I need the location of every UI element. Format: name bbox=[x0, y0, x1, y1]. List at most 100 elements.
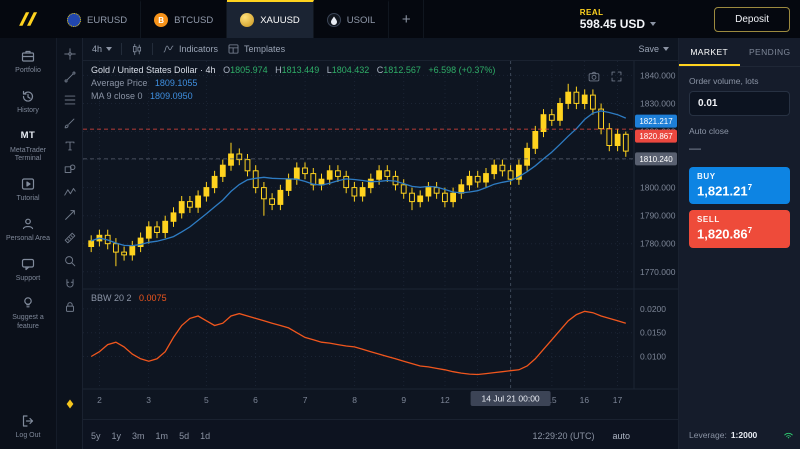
candlestick-icon bbox=[131, 43, 143, 56]
tab-eurusd[interactable]: EURUSD bbox=[54, 0, 141, 38]
chat-bubble-icon bbox=[20, 256, 36, 272]
sidebar-item-label: Personal Area bbox=[6, 235, 50, 244]
text-tool[interactable] bbox=[57, 134, 82, 157]
save-label: Save bbox=[638, 44, 659, 54]
order-panel-tabs: MARKET PENDING bbox=[679, 38, 800, 67]
fib-retracement-tool[interactable] bbox=[57, 88, 82, 111]
sidebar-item-logout[interactable]: Log Out bbox=[0, 407, 56, 449]
tab-pending[interactable]: PENDING bbox=[740, 38, 800, 66]
sell-button[interactable]: SELL 1,820.867 bbox=[689, 210, 790, 247]
volume-input[interactable]: 0.01 bbox=[689, 91, 790, 116]
svg-text:0.0200: 0.0200 bbox=[640, 304, 666, 314]
sidebar-item-history[interactable]: History bbox=[0, 82, 56, 122]
tab-xauusd[interactable]: XAUUSD bbox=[227, 0, 314, 38]
svg-text:14 Jul 21 00:00: 14 Jul 21 00:00 bbox=[482, 394, 540, 404]
sidebar-item-support[interactable]: Support bbox=[0, 250, 56, 290]
svg-text:1821.217: 1821.217 bbox=[639, 117, 673, 126]
diamond-marker-icon bbox=[64, 397, 76, 411]
svg-text:7: 7 bbox=[303, 395, 308, 405]
magnet-tool[interactable] bbox=[57, 272, 82, 295]
chevron-down-icon bbox=[106, 47, 112, 51]
snapshot-button[interactable] bbox=[586, 68, 602, 84]
chart-corner-buttons bbox=[586, 68, 624, 84]
chart-bottombar: 5y 1y 3m 1m 5d 1d 12:29:20 (UTC) auto bbox=[83, 419, 678, 449]
svg-text:17: 17 bbox=[613, 395, 623, 405]
lock-tool[interactable] bbox=[57, 295, 82, 318]
indicators-icon bbox=[162, 43, 175, 55]
tab-btcusd[interactable]: B BTCUSD bbox=[141, 0, 227, 38]
svg-text:5: 5 bbox=[204, 395, 209, 405]
auto-close-label: Auto close bbox=[689, 126, 790, 136]
range-1m-button[interactable]: 1m bbox=[156, 431, 169, 441]
svg-text:1840.000: 1840.000 bbox=[640, 70, 676, 80]
range-3m-button[interactable]: 3m bbox=[132, 431, 145, 441]
brand-logo[interactable] bbox=[0, 0, 54, 38]
svg-text:3: 3 bbox=[146, 395, 151, 405]
fullscreen-button[interactable] bbox=[608, 68, 624, 84]
zigzag-pattern-icon bbox=[63, 185, 77, 199]
zoom-tool[interactable] bbox=[57, 249, 82, 272]
templates-button[interactable]: Templates bbox=[227, 43, 285, 55]
sidebar-item-label: Portfolio bbox=[15, 67, 41, 76]
brush-icon bbox=[63, 116, 77, 130]
trendline-tool[interactable] bbox=[57, 65, 82, 88]
account-type-badge: REAL bbox=[580, 8, 656, 17]
svg-text:9: 9 bbox=[401, 395, 406, 405]
tab-label: BTCUSD bbox=[174, 15, 213, 26]
crosshair-tool[interactable] bbox=[57, 42, 82, 65]
exness-logo-icon bbox=[16, 10, 38, 28]
range-1d-button[interactable]: 1d bbox=[200, 431, 210, 441]
auto-close-value[interactable]: — bbox=[689, 141, 790, 155]
sidebar-item-metatrader[interactable]: MT MetaTrader Terminal bbox=[0, 122, 56, 171]
chart-type-button[interactable] bbox=[131, 43, 143, 56]
crosshair-icon bbox=[63, 47, 77, 61]
svg-text:0.0100: 0.0100 bbox=[640, 352, 666, 362]
tab-market[interactable]: MARKET bbox=[679, 38, 740, 66]
range-5y-button[interactable]: 5y bbox=[91, 431, 101, 441]
save-button[interactable]: Save bbox=[638, 44, 669, 54]
lightbulb-icon bbox=[20, 295, 36, 311]
indicators-button[interactable]: Indicators bbox=[162, 43, 218, 55]
tab-label: USOIL bbox=[347, 15, 376, 26]
templates-icon bbox=[227, 43, 240, 55]
buy-button[interactable]: BUY 1,821.217 bbox=[689, 167, 790, 204]
timeframe-button[interactable]: 4h bbox=[92, 44, 112, 54]
sidebar-item-tutorial[interactable]: Tutorial bbox=[0, 170, 56, 210]
forecast-tool[interactable] bbox=[57, 203, 82, 226]
mt-badge: MT bbox=[21, 128, 36, 144]
chart-wrap: 235678912131516171840.0001830.0001820.00… bbox=[83, 61, 678, 419]
range-5d-button[interactable]: 5d bbox=[179, 431, 189, 441]
shapes-icon bbox=[63, 162, 77, 176]
sidebar-item-suggest-feature[interactable]: Suggest a feature bbox=[0, 289, 56, 338]
deposit-button[interactable]: Deposit bbox=[714, 7, 790, 32]
brush-tool[interactable] bbox=[57, 111, 82, 134]
pattern-tool[interactable] bbox=[57, 180, 82, 203]
sidebar: Portfolio History MT MetaTrader Terminal… bbox=[0, 38, 56, 449]
order-panel: MARKET PENDING Order volume, lots 0.01 A… bbox=[678, 38, 800, 449]
chevron-down-icon bbox=[650, 22, 656, 26]
account-selector[interactable]: REAL 598.45 USD bbox=[580, 0, 656, 38]
xauusd-gold-icon bbox=[240, 13, 254, 27]
sell-price: 1,820.867 bbox=[697, 226, 782, 241]
chart-marker[interactable] bbox=[57, 397, 82, 411]
sidebar-item-portfolio[interactable]: Portfolio bbox=[0, 42, 56, 82]
sidebar-item-personal-area[interactable]: Personal Area bbox=[0, 210, 56, 250]
shapes-tool[interactable] bbox=[57, 157, 82, 180]
usoil-drop-icon bbox=[327, 13, 341, 27]
account-balance: 598.45 USD bbox=[580, 17, 645, 31]
lock-icon bbox=[63, 300, 77, 314]
buy-price: 1,821.217 bbox=[697, 183, 782, 198]
svg-text:1790.000: 1790.000 bbox=[640, 211, 676, 221]
price-chart[interactable]: 235678912131516171840.0001830.0001820.00… bbox=[83, 61, 678, 419]
auto-scale-toggle[interactable]: auto bbox=[612, 431, 630, 441]
topbar: EURUSD B BTCUSD XAUUSD USOIL + REAL 598.… bbox=[0, 0, 800, 38]
svg-text:1780.000: 1780.000 bbox=[640, 239, 676, 249]
add-instrument-button[interactable]: + bbox=[389, 0, 424, 38]
magnifier-icon bbox=[63, 254, 77, 268]
measure-tool[interactable] bbox=[57, 226, 82, 249]
tab-usoil[interactable]: USOIL bbox=[314, 0, 390, 38]
sidebar-item-label: History bbox=[17, 107, 39, 116]
range-1y-button[interactable]: 1y bbox=[112, 431, 122, 441]
svg-text:1820.867: 1820.867 bbox=[639, 132, 673, 141]
svg-text:6: 6 bbox=[253, 395, 258, 405]
